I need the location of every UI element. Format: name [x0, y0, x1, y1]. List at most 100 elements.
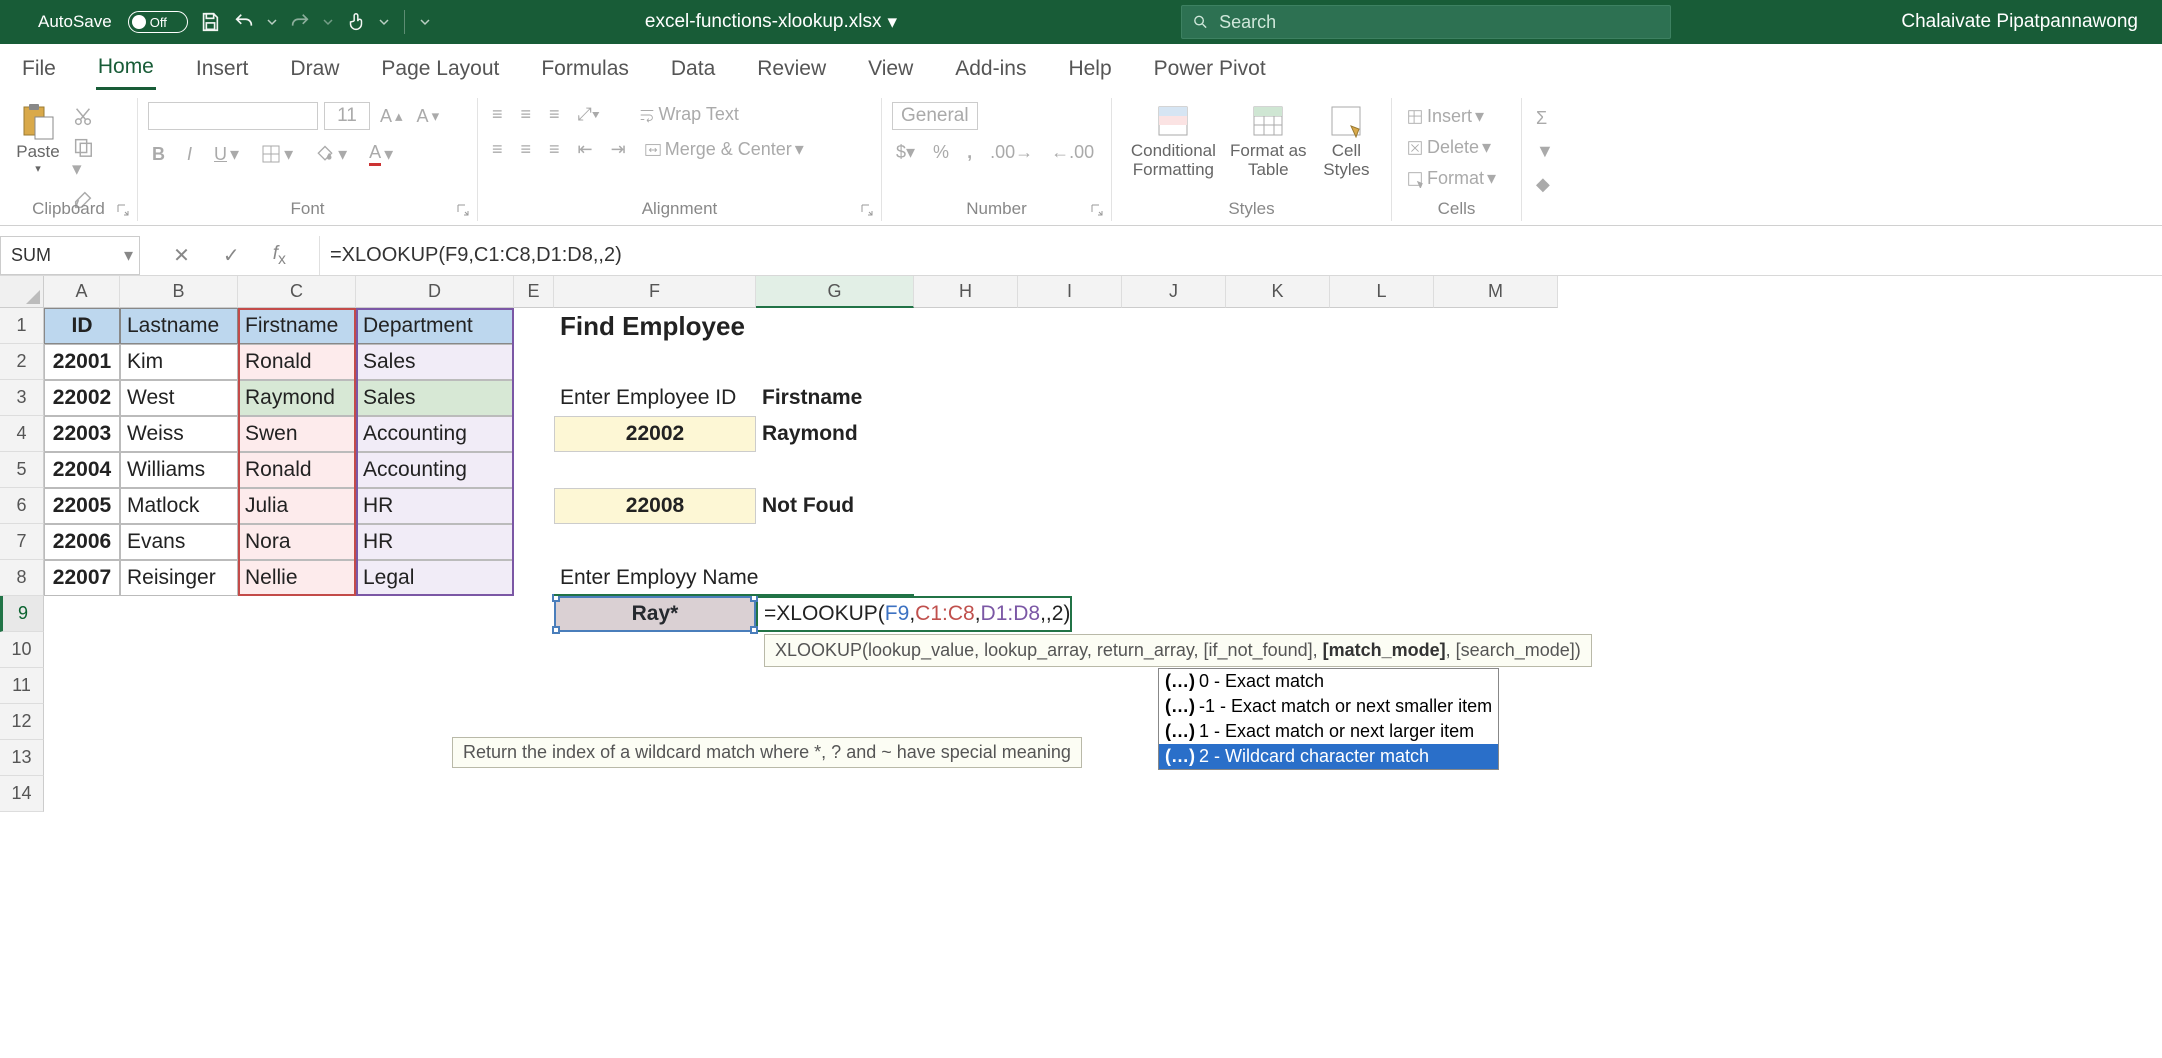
file-name[interactable]: excel-functions-xlookup.xlsx ▾ [645, 11, 897, 34]
name-box[interactable]: SUM ▾ [0, 236, 140, 275]
align-center-icon[interactable]: ≡ [517, 137, 536, 162]
col-header-G[interactable]: G [756, 276, 914, 308]
accounting-format-icon[interactable]: $▾ [892, 140, 919, 165]
cell-B6[interactable]: Matlock [120, 488, 238, 524]
grow-font-icon[interactable]: A▴ [376, 104, 407, 129]
font-size-select[interactable]: 11 [324, 102, 370, 130]
cell-C5[interactable]: Ronald [238, 452, 356, 488]
col-header-E[interactable]: E [514, 276, 554, 308]
cell-D8[interactable]: Legal [356, 560, 514, 596]
enter-name-label[interactable]: Enter Employy Name [554, 560, 854, 596]
firstname-header[interactable]: Firstname [756, 380, 914, 416]
cell-C7[interactable]: Nora [238, 524, 356, 560]
row-header-5[interactable]: 5 [0, 452, 44, 488]
tab-insert[interactable]: Insert [194, 49, 251, 89]
cell-A2[interactable]: 22001 [44, 344, 120, 380]
row-header-7[interactable]: 7 [0, 524, 44, 560]
cell-D6[interactable]: HR [356, 488, 514, 524]
autosave-toggle[interactable]: Off [128, 11, 188, 33]
col-header-B[interactable]: B [120, 276, 238, 308]
row-header-8[interactable]: 8 [0, 560, 44, 596]
cell-styles-button[interactable]: Cell Styles [1312, 102, 1381, 179]
row-header-6[interactable]: 6 [0, 488, 44, 524]
cell-G9-editing[interactable]: =XLOOKUP(F9,C1:C8,D1:D8,,2) [756, 596, 1072, 632]
tab-data[interactable]: Data [669, 49, 717, 89]
dialog-launcher-icon[interactable] [1089, 202, 1105, 218]
copy-icon[interactable]: ▾ [72, 136, 94, 181]
chevron-down-icon[interactable] [322, 10, 334, 34]
cell-A7[interactable]: 22006 [44, 524, 120, 560]
align-middle-icon[interactable]: ≡ [517, 102, 536, 127]
tab-page-layout[interactable]: Page Layout [379, 49, 501, 89]
conditional-formatting-button[interactable]: Conditional Formatting [1122, 102, 1225, 179]
cell-B1[interactable]: Lastname [120, 308, 238, 344]
col-header-D[interactable]: D [356, 276, 514, 308]
font-color-button[interactable]: A ▾ [365, 140, 397, 168]
autocomplete-item[interactable]: (…)0 - Exact match [1159, 669, 1498, 694]
cell-B8[interactable]: Reisinger [120, 560, 238, 596]
cell-B5[interactable]: Williams [120, 452, 238, 488]
saved-dropdown-icon[interactable]: ▾ [887, 11, 897, 34]
cell-G6[interactable]: Not Foud [756, 488, 914, 524]
row-header-3[interactable]: 3 [0, 380, 44, 416]
row-header-2[interactable]: 2 [0, 344, 44, 380]
col-header-F[interactable]: F [554, 276, 756, 308]
col-header-J[interactable]: J [1122, 276, 1226, 308]
tab-view[interactable]: View [866, 49, 915, 89]
cell-G4[interactable]: Raymond [756, 416, 914, 452]
font-family-select[interactable] [148, 102, 318, 130]
align-top-icon[interactable]: ≡ [488, 102, 507, 127]
tab-file[interactable]: File [20, 49, 58, 89]
dialog-launcher-icon[interactable] [859, 202, 875, 218]
row-header-12[interactable]: 12 [0, 704, 44, 740]
indent-increase-icon[interactable]: ⇥ [607, 137, 630, 162]
autosum-icon[interactable]: Σ [1532, 106, 1551, 131]
tab-home[interactable]: Home [96, 47, 156, 90]
tab-help[interactable]: Help [1066, 49, 1113, 89]
col-header-H[interactable]: H [914, 276, 1018, 308]
cell-A8[interactable]: 22007 [44, 560, 120, 596]
enter-id-label[interactable]: Enter Employee ID [554, 380, 756, 416]
decrease-decimal-icon[interactable]: ←.00 [1047, 140, 1098, 165]
tab-review[interactable]: Review [755, 49, 828, 89]
cell-A3[interactable]: 22002 [44, 380, 120, 416]
autocomplete-item[interactable]: (…)2 - Wildcard character match [1159, 744, 1498, 769]
cell-B3[interactable]: West [120, 380, 238, 416]
cell-F4[interactable]: 22002 [554, 416, 756, 452]
paste-button[interactable]: Paste ▾ [10, 102, 66, 175]
cell-C4[interactable]: Swen [238, 416, 356, 452]
align-left-icon[interactable]: ≡ [488, 137, 507, 162]
cell-D3[interactable]: Sales [356, 380, 514, 416]
cell-B7[interactable]: Evans [120, 524, 238, 560]
shrink-font-icon[interactable]: A▾ [413, 104, 444, 129]
cell-F9[interactable]: Ray* [554, 596, 756, 632]
cell-A6[interactable]: 22005 [44, 488, 120, 524]
cell-C1[interactable]: Firstname [238, 308, 356, 344]
cell-B2[interactable]: Kim [120, 344, 238, 380]
number-format-select[interactable]: General [892, 102, 978, 130]
cell-C6[interactable]: Julia [238, 488, 356, 524]
grid[interactable]: IDLastnameFirstnameDepartment22001KimRon… [44, 308, 2162, 828]
search-input[interactable] [1219, 12, 1660, 33]
orientation-icon[interactable]: ⤢▾ [574, 102, 604, 127]
cell-B4[interactable]: Weiss [120, 416, 238, 452]
col-header-K[interactable]: K [1226, 276, 1330, 308]
insert-cells-button[interactable]: Insert ▾ [1402, 104, 1488, 129]
fill-color-button[interactable]: ▾ [311, 142, 351, 167]
cell-D2[interactable]: Sales [356, 344, 514, 380]
chevron-down-icon[interactable] [266, 10, 278, 34]
undo-icon[interactable] [232, 10, 256, 34]
row-header-1[interactable]: 1 [0, 308, 44, 344]
cut-icon[interactable] [72, 106, 94, 128]
user-name[interactable]: Chalaivate Pipatpannawong [1885, 11, 2154, 33]
col-header-C[interactable]: C [238, 276, 356, 308]
fx-icon[interactable]: fx [273, 243, 286, 269]
search-box[interactable] [1181, 5, 1671, 39]
delete-cells-button[interactable]: Delete ▾ [1402, 135, 1495, 160]
percent-format-icon[interactable]: % [929, 140, 953, 165]
cell-D7[interactable]: HR [356, 524, 514, 560]
increase-decimal-icon[interactable]: .00→ [986, 140, 1037, 165]
cell-D4[interactable]: Accounting [356, 416, 514, 452]
cell-A1[interactable]: ID [44, 308, 120, 344]
col-header-A[interactable]: A [44, 276, 120, 308]
